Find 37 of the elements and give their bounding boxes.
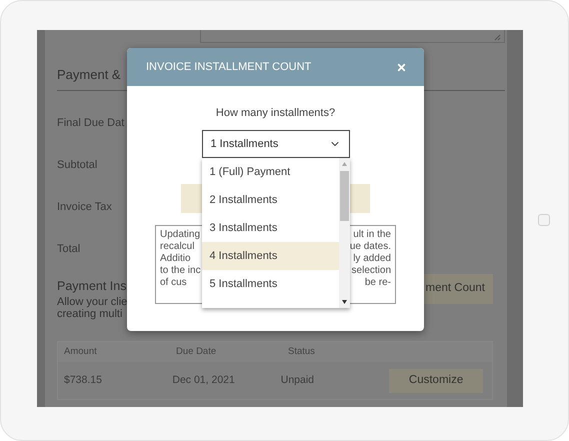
- field-label: Total: [57, 242, 80, 257]
- section-heading: Payment &: [57, 67, 121, 82]
- column-header: Amount: [64, 344, 98, 359]
- column-header: Due Date: [176, 344, 218, 359]
- table-cell-text: Unpaid: [280, 372, 316, 388]
- scroll-up-icon: [342, 162, 346, 166]
- note-text: Additio: [160, 253, 191, 265]
- dialog-title: INVOICE INSTALLMENT COUNT: [146, 60, 312, 75]
- home-button[interactable]: [538, 214, 550, 226]
- dropdown-option[interactable]: 4 Installments: [202, 242, 338, 270]
- installments-description: Allow your clie creating multi: [57, 296, 128, 320]
- column-header: Status: [288, 344, 316, 359]
- note-text: to the inc: [160, 265, 201, 277]
- note-text: ly added: [353, 253, 391, 265]
- note-text: ult in the: [353, 229, 391, 241]
- note-text: ue dates.: [350, 241, 391, 253]
- note-text: recalcul: [160, 241, 194, 253]
- field-label: Final Due Dat: [57, 116, 124, 131]
- resize-handle-icon[interactable]: [494, 34, 501, 41]
- note-text: of cus: [160, 277, 187, 289]
- question-text: How many installments?: [216, 106, 336, 120]
- table-cell-text: $738.15: [64, 372, 103, 388]
- dropdown-option[interactable]: 1 (Full) Payment: [202, 158, 338, 186]
- installments-select[interactable]: 1 Installments: [202, 130, 350, 158]
- scrollbar[interactable]: [338, 158, 350, 308]
- field-label: Subtotal: [57, 158, 98, 173]
- installments-heading: Payment Ins: [57, 278, 128, 294]
- scrollbar-thumb[interactable]: [340, 171, 348, 221]
- close-icon: [396, 62, 406, 72]
- close-button[interactable]: [395, 61, 407, 73]
- note-text: be re-: [364, 277, 391, 289]
- customize-button[interactable]: Customize: [389, 368, 483, 392]
- note-text: Updating: [160, 229, 200, 241]
- scroll-down-icon: [342, 300, 346, 304]
- table-cell-text: Dec 01, 2021: [172, 372, 236, 388]
- field-label: Invoice Tax: [57, 200, 112, 215]
- note-text: selection: [352, 265, 391, 277]
